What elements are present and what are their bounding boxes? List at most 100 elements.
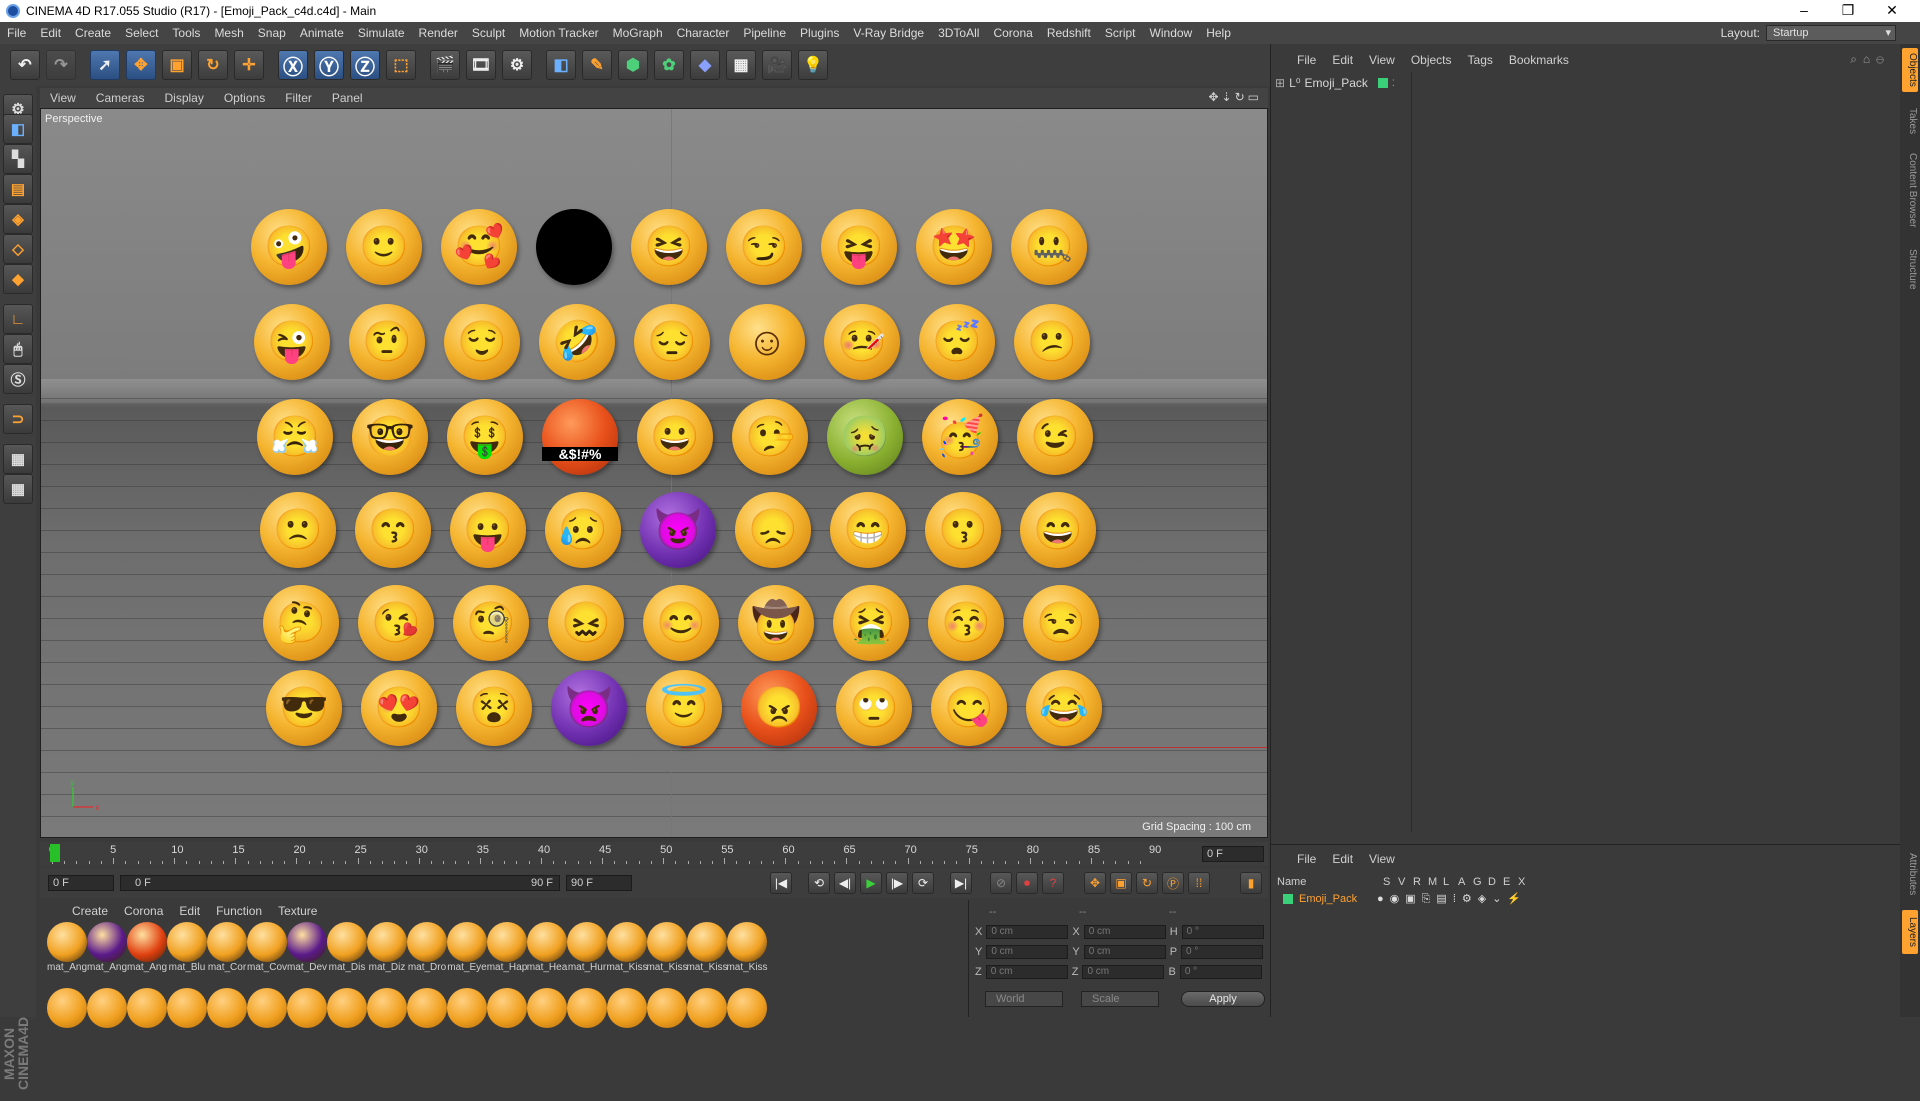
end-frame-field[interactable]: 90 F bbox=[566, 875, 632, 891]
rotate-tool[interactable]: ↻ bbox=[198, 50, 228, 80]
material-swatch[interactable] bbox=[724, 988, 770, 1038]
menu-simulate[interactable]: Simulate bbox=[351, 26, 412, 40]
menu-animate[interactable]: Animate bbox=[293, 26, 351, 40]
object-row-emoji-pack[interactable]: ⊞ L⁰ Emoji_Pack ⁚ bbox=[1275, 74, 1395, 92]
materials-menu-function[interactable]: Function bbox=[208, 904, 270, 918]
tongue-out-emoji[interactable]: 😛 bbox=[450, 492, 526, 568]
pensive-emoji[interactable]: 😔 bbox=[634, 304, 710, 380]
close-button[interactable]: ✕ bbox=[1870, 0, 1914, 22]
visibility-dots-icon[interactable]: ⁚ bbox=[1392, 78, 1395, 89]
tab-objects[interactable]: Objects bbox=[1902, 48, 1918, 92]
tab-attributes[interactable]: Attributes bbox=[1902, 844, 1918, 904]
pen-spline-icon[interactable]: ✎ bbox=[582, 50, 612, 80]
recent-tool[interactable]: ✛ bbox=[234, 50, 264, 80]
workplane-icon[interactable]: ▤ bbox=[3, 174, 33, 204]
objects-menu-objects[interactable]: Objects bbox=[1403, 53, 1460, 67]
move-tool[interactable]: ✥ bbox=[126, 50, 156, 80]
render-to-picture-viewer-button[interactable]: 🎞 bbox=[466, 50, 496, 80]
key-parameter-button[interactable]: Ⓟ bbox=[1162, 872, 1184, 894]
redo-button[interactable]: ↷ bbox=[46, 50, 76, 80]
squinting-tongue-emoji[interactable]: 😝 bbox=[821, 209, 897, 285]
texture-mode-icon[interactable]: ▚ bbox=[3, 144, 33, 174]
disappointed-emoji[interactable]: 😞 bbox=[735, 492, 811, 568]
winking-emoji[interactable]: 😉 bbox=[1017, 399, 1093, 475]
menu-pipeline[interactable]: Pipeline bbox=[736, 26, 793, 40]
edges-mode-icon[interactable]: ◇ bbox=[3, 234, 33, 264]
object-manager-column-divider[interactable] bbox=[1411, 72, 1412, 832]
undo-button[interactable]: ↶ bbox=[10, 50, 40, 80]
tweak-mode-icon[interactable]: 🖱 bbox=[3, 334, 33, 364]
menu-mograph[interactable]: MoGraph bbox=[606, 26, 670, 40]
cursing-face-emoji[interactable]: &$!#% bbox=[542, 399, 618, 475]
thinking-face-emoji[interactable]: 🤔 bbox=[263, 585, 339, 661]
slightly-smiling-emoji[interactable]: 🙂 bbox=[346, 209, 422, 285]
menu-mesh[interactable]: Mesh bbox=[207, 26, 250, 40]
render-settings-button[interactable]: ⚙ bbox=[502, 50, 532, 80]
model-mode-icon[interactable]: ◧ bbox=[3, 114, 33, 144]
menu-motion-tracker[interactable]: Motion Tracker bbox=[512, 26, 605, 40]
star-struck-emoji[interactable]: 🤩 bbox=[916, 209, 992, 285]
raised-eyebrow-emoji[interactable]: 🤨 bbox=[349, 304, 425, 380]
size-y-field[interactable]: 0 cm bbox=[1083, 945, 1166, 959]
coordinate-mode-dropdown[interactable]: Scale bbox=[1081, 991, 1159, 1007]
layers-menu-edit[interactable]: Edit bbox=[1324, 852, 1361, 866]
camera-icon[interactable]: 🎥 bbox=[762, 50, 792, 80]
viewport-menu-filter[interactable]: Filter bbox=[275, 91, 322, 105]
go-to-start-button[interactable]: |◀ bbox=[770, 872, 792, 894]
menu-3dtoall[interactable]: 3DToAll bbox=[931, 26, 986, 40]
menu-select[interactable]: Select bbox=[118, 26, 165, 40]
materials-menu-corona[interactable]: Corona bbox=[116, 904, 171, 918]
layer-color-swatch[interactable] bbox=[1283, 894, 1293, 904]
halo-emoji[interactable]: 😇 bbox=[646, 670, 722, 746]
menu-redshift[interactable]: Redshift bbox=[1040, 26, 1098, 40]
unamused-emoji[interactable]: 😒 bbox=[1023, 585, 1099, 661]
kissing-emoji[interactable]: 😗 bbox=[925, 492, 1001, 568]
smiling-hearts-emoji[interactable]: 🥰 bbox=[441, 209, 517, 285]
locked-workplane-icon[interactable]: ▦ bbox=[3, 474, 33, 504]
key-rotation-button[interactable]: ↻ bbox=[1136, 872, 1158, 894]
layer-toggle-icons[interactable]: ●◉▣⎘▤⁞⚙◈⌄⚡ bbox=[1377, 892, 1527, 906]
kissing-smiling-eyes-emoji[interactable]: 😙 bbox=[355, 492, 431, 568]
preview-range-slider[interactable]: 0 F 90 F bbox=[120, 875, 560, 891]
objects-menu-edit[interactable]: Edit bbox=[1324, 53, 1361, 67]
materials-menu-texture[interactable]: Texture bbox=[270, 904, 325, 918]
key-position-button[interactable]: ✥ bbox=[1084, 872, 1106, 894]
tab-takes[interactable]: Takes bbox=[1902, 104, 1918, 138]
size-z-field[interactable]: 0 cm bbox=[1082, 965, 1165, 979]
timeline-window-button[interactable]: ▮ bbox=[1240, 872, 1262, 894]
rotation-h-field[interactable]: 0 ° bbox=[1181, 925, 1264, 939]
rotation-p-field[interactable]: 0 ° bbox=[1181, 945, 1264, 959]
previous-key-button[interactable]: ⟲ bbox=[808, 872, 830, 894]
layout-dropdown[interactable]: Startup ▾ bbox=[1766, 25, 1896, 41]
snap-icon[interactable]: Ⓢ bbox=[3, 364, 33, 394]
objects-menu-view[interactable]: View bbox=[1361, 53, 1403, 67]
viewport-navigation-icons[interactable]: ✥⇣↻▭ bbox=[1208, 90, 1262, 104]
position-y-field[interactable]: 0 cm bbox=[986, 945, 1069, 959]
menu-plugins[interactable]: Plugins bbox=[793, 26, 846, 40]
scale-tool[interactable]: ▣ bbox=[162, 50, 192, 80]
relieved-emoji[interactable]: 😌 bbox=[444, 304, 520, 380]
black-sphere-emoji[interactable] bbox=[536, 209, 612, 285]
cube-icon[interactable]: ◧ bbox=[546, 50, 576, 80]
kissing-closed-eyes-emoji[interactable]: 😚 bbox=[928, 585, 1004, 661]
tab-content-browser[interactable]: Content Browser bbox=[1902, 148, 1918, 232]
objects-menu-tags[interactable]: Tags bbox=[1460, 53, 1501, 67]
layer-row-emoji-pack[interactable]: Emoji_Pack ●◉▣⎘▤⁞⚙◈⌄⚡ bbox=[1271, 891, 1901, 907]
restore-button[interactable]: ❐ bbox=[1826, 0, 1870, 22]
grinning-squinting-emoji[interactable]: 😆 bbox=[631, 209, 707, 285]
tears-of-joy-emoji[interactable]: 😂 bbox=[1026, 670, 1102, 746]
subdivision-surface-icon[interactable]: ⬢ bbox=[618, 50, 648, 80]
render-view-button[interactable]: 🎬 bbox=[430, 50, 460, 80]
frame-ruler[interactable]: 051015202530354045505560657075808590 bbox=[49, 844, 1197, 864]
confused-emoji[interactable]: 😕 bbox=[1014, 304, 1090, 380]
next-frame-button[interactable]: |▶ bbox=[886, 872, 908, 894]
menu-script[interactable]: Script bbox=[1098, 26, 1143, 40]
cowboy-face-emoji[interactable]: 🤠 bbox=[738, 585, 814, 661]
nerd-face-emoji[interactable]: 🤓 bbox=[352, 399, 428, 475]
record-button[interactable]: ⏺ bbox=[1016, 872, 1038, 894]
coordinate-space-dropdown[interactable]: World bbox=[985, 991, 1063, 1007]
menu-tools[interactable]: Tools bbox=[165, 26, 207, 40]
coordinate-system-button[interactable]: ⬚ bbox=[386, 50, 416, 80]
z-axis-lock[interactable]: Ⓩ bbox=[350, 50, 380, 80]
position-x-field[interactable]: 0 cm bbox=[986, 925, 1069, 939]
